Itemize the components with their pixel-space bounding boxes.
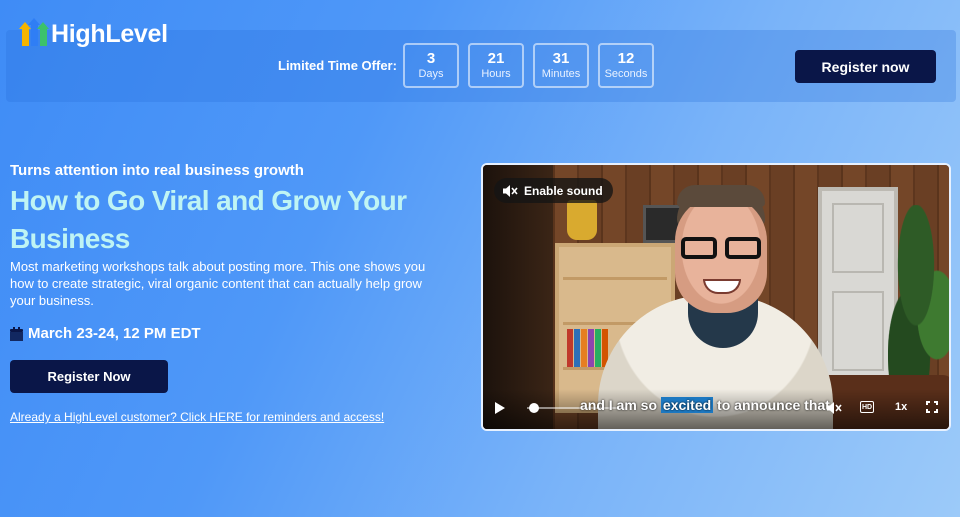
fullscreen-icon[interactable] (926, 401, 938, 413)
play-icon[interactable] (495, 402, 505, 414)
countdown-value: 31 (552, 50, 570, 67)
countdown-unit: Hours (481, 68, 511, 80)
countdown-days: 3 Days (403, 43, 459, 88)
highlevel-logo[interactable]: HighLevel (19, 17, 168, 49)
volume-mute-icon[interactable] (826, 401, 842, 415)
countdown-unit: Minutes (541, 68, 581, 80)
countdown-value: 12 (617, 50, 635, 67)
countdown-value: 21 (487, 50, 505, 67)
video-progress-handle[interactable] (529, 403, 539, 413)
logo-arrows-icon (19, 17, 49, 46)
video-caption: and I am so excited to announce that (580, 397, 830, 413)
customer-access-link[interactable]: Already a HighLevel customer? Click HERE… (10, 410, 384, 424)
header-register-button[interactable]: Register now (795, 50, 936, 83)
hero-tagline: Turns attention into real business growt… (10, 162, 304, 179)
quality-hd-icon[interactable]: HD (860, 401, 874, 413)
hero-headline: How to Go Viral and Grow Your Business (10, 185, 407, 254)
caption-highlight: excited (660, 397, 714, 413)
countdown-timer: 3 Days 21 Hours 31 Minutes 12 Seconds (403, 43, 654, 88)
enable-sound-label: Enable sound (524, 183, 603, 198)
caption-text: to announce that (713, 397, 830, 413)
logo-text: HighLevel (51, 20, 168, 48)
hero-description: Most marketing workshops talk about post… (10, 259, 426, 308)
enable-sound-button[interactable]: Enable sound (494, 178, 613, 203)
countdown-value: 3 (426, 50, 436, 67)
mute-icon (503, 184, 518, 197)
countdown-minutes: 31 Minutes (533, 43, 589, 88)
video-player[interactable]: Enable sound and I am so excited to anno… (481, 163, 951, 431)
countdown-unit: Days (418, 68, 444, 80)
playback-speed-button[interactable]: 1x (895, 401, 907, 413)
caption-text: and I am so (580, 397, 661, 413)
event-date-text: March 23-24, 12 PM EDT (28, 325, 201, 342)
calendar-icon (10, 326, 23, 341)
event-date: March 23-24, 12 PM EDT (10, 325, 201, 342)
hero-register-button[interactable]: Register Now (10, 360, 168, 393)
countdown-hours: 21 Hours (468, 43, 524, 88)
limited-offer-label: Limited Time Offer: (278, 58, 397, 73)
countdown-unit: Seconds (604, 68, 648, 80)
countdown-seconds: 12 Seconds (598, 43, 654, 88)
